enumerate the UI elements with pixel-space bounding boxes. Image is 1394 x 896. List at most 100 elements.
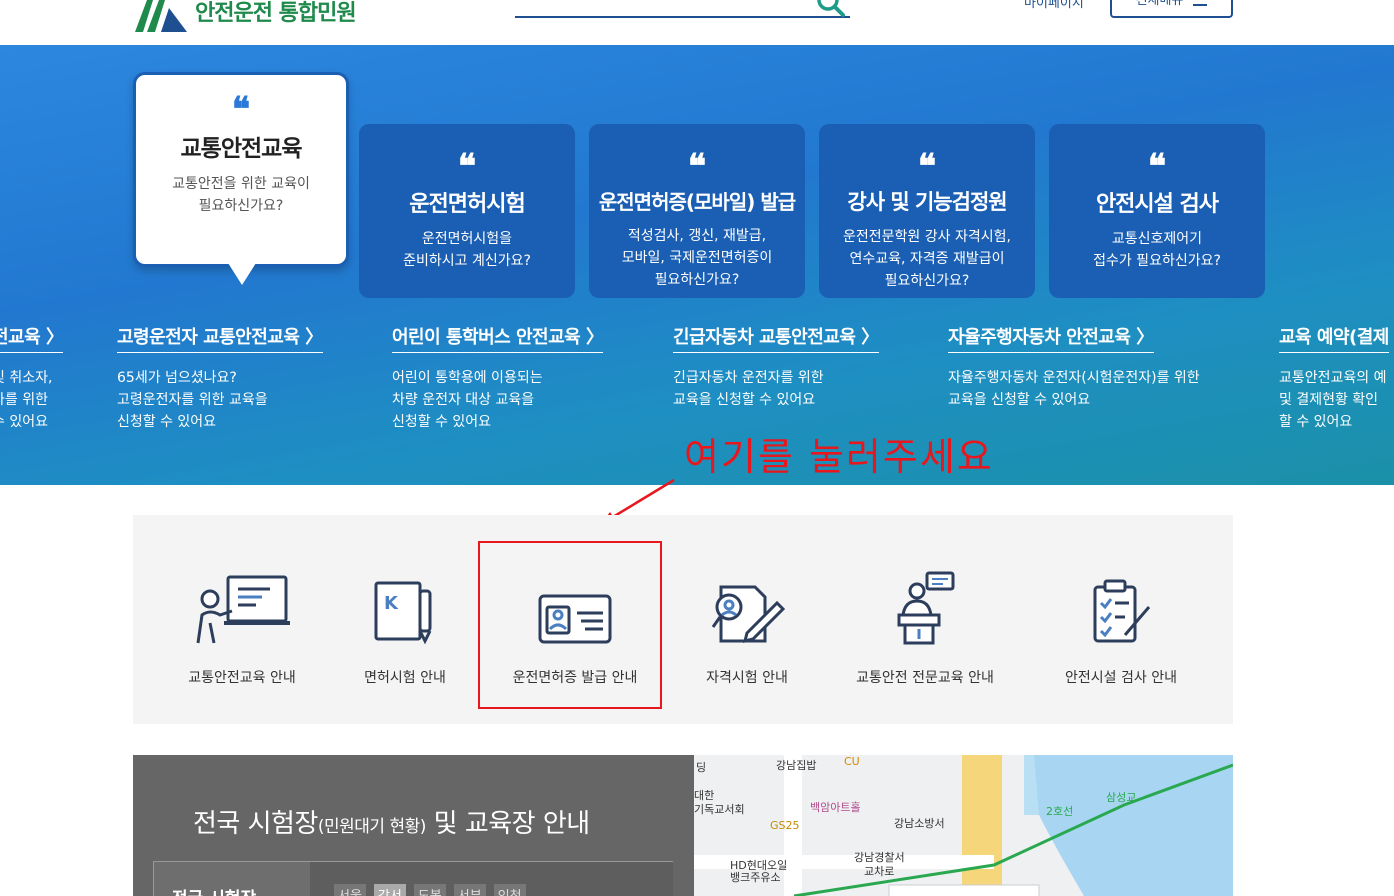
checklist-icon xyxy=(1093,579,1151,643)
sub-item-elderly-driver[interactable]: 고령운전자 교통안전교육 〉 65세가 넘으셨나요? 고령운전자를 위한 교육을… xyxy=(117,323,323,433)
sub-item-line: 긴급자동차 운전자를 위한 xyxy=(673,370,824,386)
test-center-panel: 전국 시험장(민원대기 현황) 및 교육장 안내 전국 시험장 서울 강서 도봉… xyxy=(133,755,694,896)
card-title: 강사 및 기능검정원 xyxy=(847,190,1007,214)
region-tab[interactable]: 서부 xyxy=(453,884,486,896)
quick-item-license-exam[interactable]: K 면허시험 안내 xyxy=(353,565,457,687)
certificate-icon xyxy=(711,585,786,644)
card-title: 교통안전교육 xyxy=(180,136,303,162)
logo-mark-icon xyxy=(135,0,187,32)
test-paper-icon: K xyxy=(374,581,432,645)
test-center-title: 전국 시험장(민원대기 현황) 및 교육장 안내 xyxy=(193,803,590,840)
sub-item-title[interactable]: 고령운전자 교통안전교육 〉 xyxy=(117,323,323,353)
quick-item-label: 안전시설 검사 안내 xyxy=(1065,670,1177,686)
all-menu-button[interactable]: 전체메뉴 xyxy=(1110,0,1233,18)
card-license-exam[interactable]: ❝ 운전면허시험 운전면허시험을 준비하시고 계신가요? xyxy=(359,124,575,298)
sub-item-title[interactable]: 자율주행자동차 안전교육 〉 xyxy=(948,323,1154,353)
map-label: 2호선 xyxy=(1046,805,1074,818)
hamburger-icon xyxy=(1193,4,1208,6)
sub-item-line: 65세가 넘으셨나요? xyxy=(117,370,237,386)
card-desc: 교통안전을 위한 교육이 필요하신가요? xyxy=(136,173,346,217)
region-tab[interactable]: 강서 xyxy=(373,884,406,896)
sub-item-title[interactable]: 어린이 통학버스 안전교육 〉 xyxy=(392,323,604,353)
card-desc-line: 운전면허시험을 xyxy=(421,231,513,247)
quote-icon: ❝ xyxy=(1147,147,1167,187)
sub-item-line: 및 취소자, xyxy=(0,370,53,386)
sub-item[interactable]: 전교육 〉 및 취소자, 자를 위한 수 있어요 xyxy=(0,323,64,433)
sub-item-desc: 자율주행자동차 운전자(시험운전자)를 위한 교육을 신청할 수 있어요 xyxy=(948,367,1200,411)
card-desc-line: 필요하신가요? xyxy=(654,272,740,288)
card-desc-line: 교통신호제어기 xyxy=(1111,231,1203,247)
sub-item-desc: 교통안전교육의 예 및 결제현황 확인 할 수 있어요 xyxy=(1279,367,1389,433)
highlight-box xyxy=(478,541,662,709)
card-safety-facility[interactable]: ❝ 안전시설 검사 교통신호제어기 접수가 필요하신가요? xyxy=(1049,124,1265,298)
card-pointer xyxy=(228,263,256,285)
sub-item-line: 교육을 신청할 수 있어요 xyxy=(673,392,816,408)
card-desc-line: 운전전문학원 강사 자격시험, xyxy=(843,229,1011,245)
region-tabs: 서울 강서 도봉 서부 인천 xyxy=(310,862,673,896)
card-desc-line: 필요하신가요? xyxy=(884,273,970,289)
title-small: (민원대기 현황) xyxy=(317,817,427,837)
sub-item-line: 자율주행자동차 운전자(시험운전자)를 위한 xyxy=(948,370,1200,386)
sub-item-line: 교육을 신청할 수 있어요 xyxy=(948,392,1091,408)
card-license-issuance[interactable]: ❝ 운전면허증(모바일) 발급 적성검사, 갱신, 재발급, 모바일, 국제운전… xyxy=(589,124,805,298)
map[interactable]: 강남집밥 CU 대한 기독교서회 백암아트홀 GS25 강남소방서 HD현대오일… xyxy=(694,755,1233,896)
site-logo[interactable]: 안전운전 통합민원 xyxy=(133,0,357,32)
sub-item-emergency-vehicle[interactable]: 긴급자동차 교통안전교육 〉 긴급자동차 운전자를 위한 교육을 신청할 수 있… xyxy=(673,323,879,411)
main-banner: ❝ 교통안전교육 교통안전을 위한 교육이 필요하신가요? ❝ 운전면허시험 운… xyxy=(0,45,1394,485)
card-traffic-safety-education[interactable]: ❝ 교통안전교육 교통안전을 위한 교육이 필요하신가요? xyxy=(133,72,349,267)
test-center-selector: 전국 시험장 서울 강서 도봉 서부 인천 xyxy=(153,861,673,896)
region-tab[interactable]: 인천 xyxy=(493,884,526,896)
annotation-text: 여기를 눌러주세요 xyxy=(684,435,994,479)
map-label: GS25 xyxy=(770,819,800,832)
sub-item-title[interactable]: 긴급자동차 교통안전교육 〉 xyxy=(673,323,879,353)
quick-menu: 교통안전교육 안내 K 면허시험 안내 운전면허증 발급 안내 자격시험 안내 … xyxy=(133,515,1233,724)
sub-item-desc: 어린이 통학용에 이용되는 차량 운전자 대상 교육을 신청할 수 있어요 xyxy=(392,367,603,433)
sub-item-title[interactable]: 전교육 〉 xyxy=(0,323,64,353)
quick-item-traffic-education[interactable]: 교통안전교육 안내 xyxy=(181,565,303,687)
sub-item-reservation[interactable]: 교육 예약(결제 교통안전교육의 예 및 결제현황 확인 할 수 있어요 xyxy=(1279,323,1389,433)
card-desc-line: 필요하신가요? xyxy=(198,198,284,214)
sub-item-title[interactable]: 교육 예약(결제 xyxy=(1279,323,1389,353)
card-desc-line: 준비하시고 계신가요? xyxy=(403,253,531,269)
card-desc: 적성검사, 갱신, 재발급, 모바일, 국제운전면허증이 필요하신가요? xyxy=(589,225,805,291)
quote-icon: ❝ xyxy=(457,147,477,187)
quote-icon: ❝ xyxy=(687,147,707,187)
card-title: 안전시설 검사 xyxy=(1095,192,1219,217)
all-menu-label: 전체메뉴 xyxy=(1135,0,1184,8)
quick-item-qualification-exam[interactable]: 자격시험 안내 xyxy=(693,565,801,687)
quick-item-label: 자격시험 안내 xyxy=(706,670,788,686)
sub-item-desc: 긴급자동차 운전자를 위한 교육을 신청할 수 있어요 xyxy=(673,367,879,411)
sub-item-line: 어린이 통학용에 이용되는 xyxy=(392,370,543,386)
sub-item-line: 할 수 있어요 xyxy=(1279,414,1353,430)
header: 안전운전 통합민원 마이페이지 전체메뉴 xyxy=(0,0,1394,45)
card-desc-line: 연수교육, 자격증 재발급이 xyxy=(849,251,1005,267)
logo-text: 안전운전 통합민원 xyxy=(195,1,357,26)
card-desc: 교통신호제어기 접수가 필요하신가요? xyxy=(1049,228,1265,272)
card-title: 운전면허증(모바일) 발급 xyxy=(598,190,796,214)
quote-icon: ❝ xyxy=(917,147,937,187)
map-label: 뱅크주유소 xyxy=(730,871,781,884)
map-label: 기독교서회 xyxy=(694,803,745,816)
mypage-link[interactable]: 마이페이지 xyxy=(1024,0,1084,11)
sub-item-school-bus[interactable]: 어린이 통학버스 안전교육 〉 어린이 통학용에 이용되는 차량 운전자 대상 … xyxy=(392,323,604,433)
map-label: CU xyxy=(844,755,860,768)
quick-item-facility-inspection[interactable]: 안전시설 검사 안내 xyxy=(1053,565,1189,687)
svg-text:K: K xyxy=(384,593,399,614)
search-input[interactable] xyxy=(515,0,850,18)
sub-item-desc: 65세가 넘으셨나요? 고령운전자를 위한 교육을 신청할 수 있어요 xyxy=(117,367,323,433)
quick-item-label: 교통안전교육 안내 xyxy=(188,670,296,686)
page: 안전운전 통합민원 마이페이지 전체메뉴 ❝ 교통안전교육 교통안전을 위한 교… xyxy=(0,0,1394,896)
map-label: 강남집밥 xyxy=(776,759,817,772)
card-title: 운전면허시험 xyxy=(409,192,525,217)
sub-item-line: 수 있어요 xyxy=(0,414,48,430)
lecture-icon xyxy=(897,571,955,645)
title-rest: 및 교육장 안내 xyxy=(425,809,591,839)
card-instructor[interactable]: ❝ 강사 및 기능검정원 운전전문학원 강사 자격시험, 연수교육, 자격증 재… xyxy=(819,124,1035,298)
quick-item-expert-education[interactable]: 교통안전 전문교육 안내 xyxy=(845,565,1005,687)
card-desc: 운전면허시험을 준비하시고 계신가요? xyxy=(359,228,575,272)
sub-item-line: 신청할 수 있어요 xyxy=(117,414,217,430)
search-icon[interactable] xyxy=(816,0,846,18)
region-tab[interactable]: 도봉 xyxy=(413,884,446,896)
sub-item-autonomous-vehicle[interactable]: 자율주행자동차 안전교육 〉 자율주행자동차 운전자(시험운전자)를 위한 교육… xyxy=(948,323,1200,411)
region-tab[interactable]: 서울 xyxy=(334,884,366,896)
